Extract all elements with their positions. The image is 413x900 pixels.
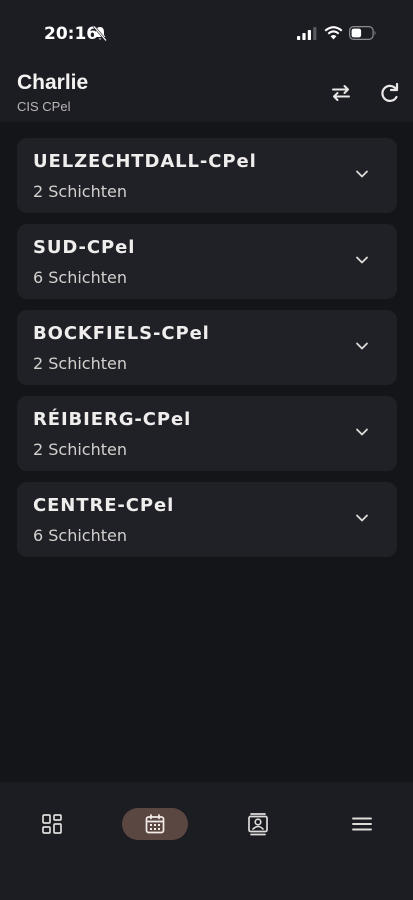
page-subtitle: CIS CPel (17, 99, 71, 114)
nav-menu[interactable] (346, 808, 378, 840)
nav-calendar[interactable] (122, 808, 188, 840)
chevron-down-icon[interactable] (355, 513, 369, 523)
station-shift-count: 6 Schichten (33, 526, 127, 545)
refresh-icon[interactable] (377, 80, 401, 106)
bottom-nav (0, 782, 413, 900)
page-title: Charlie (17, 71, 89, 94)
chevron-down-icon[interactable] (355, 255, 369, 265)
station-card-sud[interactable]: SUD-CPel 6 Schichten (17, 224, 397, 299)
station-shift-count: 2 Schichten (33, 182, 127, 201)
station-shift-count: 2 Schichten (33, 440, 127, 459)
chevron-down-icon[interactable] (355, 341, 369, 351)
station-name: UELZECHTDALL-CPel (33, 151, 257, 172)
battery-icon (349, 26, 376, 40)
station-shift-count: 2 Schichten (33, 354, 127, 373)
station-card-reibierg[interactable]: RÉIBIERG-CPel 2 Schichten (17, 396, 397, 471)
station-name: BOCKFIELS-CPel (33, 323, 210, 344)
station-card-centre[interactable]: CENTRE-CPel 6 Schichten (17, 482, 397, 557)
station-list: UELZECHTDALL-CPel 2 Schichten SUD-CPel 6… (17, 138, 397, 568)
nav-contacts[interactable] (242, 808, 274, 840)
contacts-icon (248, 813, 268, 836)
calendar-icon (145, 814, 165, 834)
station-name: SUD-CPel (33, 237, 136, 258)
status-time: 20:16 (44, 24, 99, 44)
swap-icon[interactable] (328, 80, 354, 106)
station-shift-count: 6 Schichten (33, 268, 127, 287)
station-card-uelzechtdall[interactable]: UELZECHTDALL-CPel 2 Schichten (17, 138, 397, 213)
station-name: CENTRE-CPel (33, 495, 175, 516)
nav-dashboard[interactable] (36, 808, 68, 840)
chevron-down-icon[interactable] (355, 169, 369, 179)
menu-icon (352, 817, 372, 831)
station-name: RÉIBIERG-CPel (33, 409, 192, 430)
status-bar: 20:16 (0, 0, 413, 64)
station-card-bockfiels[interactable]: BOCKFIELS-CPel 2 Schichten (17, 310, 397, 385)
signal-icon (297, 27, 317, 40)
chevron-down-icon[interactable] (355, 427, 369, 437)
app-header: Charlie CIS CPel (0, 64, 413, 122)
dashboard-icon (42, 814, 62, 834)
bell-muted-icon (93, 25, 107, 42)
wifi-icon (324, 26, 343, 40)
